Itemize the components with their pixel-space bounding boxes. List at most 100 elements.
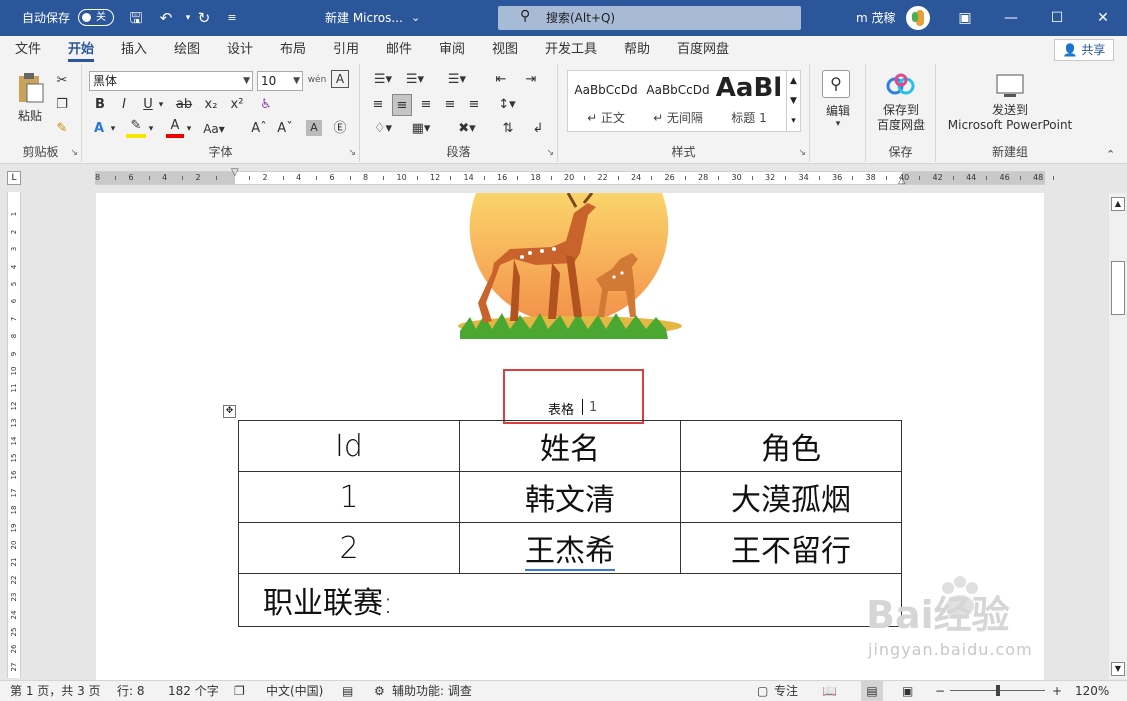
- distributed-icon[interactable]: ≡: [464, 94, 484, 116]
- document-table[interactable]: Id 姓名 角色 1 韩文清 大漠孤烟 2 王杰希 王不留行 职业联赛:: [238, 420, 902, 627]
- bold-button[interactable]: B: [92, 94, 108, 116]
- styles-launcher-icon[interactable]: ↘: [798, 148, 806, 158]
- accessibility-status[interactable]: 辅助功能: 调查: [392, 681, 472, 701]
- tab-home[interactable]: 开始: [68, 36, 95, 64]
- table-cell[interactable]: 角色: [680, 420, 902, 472]
- zoom-in-icon[interactable]: +: [1052, 681, 1062, 701]
- line-indicator[interactable]: 行: 8: [117, 681, 145, 701]
- format-painter-icon[interactable]: ✎: [52, 118, 72, 140]
- italic-button[interactable]: I: [116, 94, 132, 116]
- scroll-up-icon[interactable]: ▲: [1111, 197, 1125, 211]
- chevron-down-icon[interactable]: ▾: [108, 118, 118, 140]
- customize-qat-icon[interactable]: ≡: [222, 8, 242, 28]
- strikethrough-button[interactable]: ab: [174, 94, 194, 116]
- print-layout-icon[interactable]: ▤: [861, 681, 883, 701]
- bullets-icon[interactable]: ☰▾: [368, 69, 398, 91]
- styles-more-icon[interactable]: ▾: [786, 111, 800, 131]
- subscript-button[interactable]: x₂: [202, 94, 220, 116]
- tab-layout[interactable]: 布局: [280, 36, 306, 64]
- styles-up-icon[interactable]: ▲: [786, 71, 800, 91]
- right-indent-icon[interactable]: △: [898, 175, 906, 186]
- style-normal[interactable]: AaBbCcDd ↵ 正文: [570, 71, 642, 131]
- highlight-icon[interactable]: ✎: [126, 118, 146, 138]
- align-center-icon[interactable]: ≡: [392, 94, 412, 116]
- change-case-icon[interactable]: Aa▾: [200, 118, 228, 140]
- chevron-down-icon[interactable]: ▾: [156, 94, 166, 116]
- tab-draw[interactable]: 绘图: [174, 36, 200, 64]
- underline-button[interactable]: U: [140, 94, 156, 116]
- redo-icon[interactable]: ↻: [194, 8, 214, 28]
- chevron-down-icon[interactable]: ▾: [146, 118, 156, 140]
- zoom-out-icon[interactable]: −: [935, 681, 945, 701]
- user-name[interactable]: m 茂稼: [856, 0, 896, 36]
- align-left-icon[interactable]: ≡: [368, 94, 388, 116]
- grow-font-icon[interactable]: Aˆ: [250, 118, 268, 140]
- zoom-slider-knob[interactable]: [995, 685, 1000, 696]
- accessibility-icon[interactable]: ⚙: [374, 681, 385, 701]
- line-spacing-icon[interactable]: ↕▾: [492, 94, 522, 116]
- scroll-down-icon[interactable]: ▼: [1111, 662, 1125, 676]
- chevron-down-icon[interactable]: ▾: [184, 118, 194, 140]
- save-to-baidu-button[interactable]: 保存到 百度网盘: [870, 72, 932, 133]
- title-chevron-icon[interactable]: ⌄: [411, 0, 420, 36]
- table-cell-merged[interactable]: 职业联赛:: [238, 573, 902, 627]
- table-cell[interactable]: 韩文清: [459, 471, 681, 523]
- tab-baidu-netdisk[interactable]: 百度网盘: [677, 36, 729, 64]
- undo-icon[interactable]: ↶: [156, 8, 176, 28]
- word-count[interactable]: 182 个字: [168, 681, 219, 701]
- ribbon-display-icon[interactable]: ▣: [942, 0, 988, 36]
- paragraph-launcher-icon[interactable]: ↘: [546, 148, 554, 158]
- page-indicator[interactable]: 第 1 页，共 3 页: [10, 681, 101, 701]
- cut-icon[interactable]: ✂: [52, 70, 72, 92]
- shrink-font-icon[interactable]: Aˇ: [276, 118, 294, 140]
- autosave-toggle[interactable]: 关: [78, 9, 114, 26]
- tab-insert[interactable]: 插入: [121, 36, 147, 64]
- web-layout-icon[interactable]: ▣: [902, 681, 913, 701]
- table-cell[interactable]: 1: [238, 471, 460, 523]
- styles-down-icon[interactable]: ▼: [786, 91, 800, 111]
- clipboard-launcher-icon[interactable]: ↘: [70, 148, 78, 158]
- document-title[interactable]: 新建 Micros...: [325, 0, 403, 36]
- vertical-scrollbar[interactable]: ▲ ▼: [1109, 193, 1127, 679]
- copy-icon[interactable]: ❐: [52, 94, 72, 116]
- focus-icon[interactable]: ▢: [757, 681, 768, 701]
- font-size-select[interactable]: 10 ▼: [257, 71, 303, 91]
- table-cell[interactable]: 王不留行: [680, 522, 902, 574]
- send-to-powerpoint-button[interactable]: 发送到 Microsoft PowerPoint: [940, 72, 1080, 133]
- font-color-button[interactable]: A: [166, 118, 184, 138]
- borders-icon[interactable]: ▦▾: [406, 118, 436, 140]
- clear-format-icon[interactable]: ♿: [256, 94, 276, 116]
- caption-highlight[interactable]: 表格 1: [503, 369, 644, 424]
- vertical-ruler[interactable]: 1 2 3 4 5 6 7 8 9 10 11 12 13 14 15 16 17 18 19 20 21 22 23 24 2…: [7, 192, 21, 678]
- multilevel-list-icon[interactable]: ☰▾: [442, 69, 472, 91]
- table-cell[interactable]: Id: [238, 420, 460, 472]
- scroll-thumb[interactable]: [1111, 261, 1125, 315]
- tab-selector[interactable]: L: [7, 171, 21, 185]
- text-effects-button[interactable]: A: [90, 118, 108, 140]
- tab-help[interactable]: 帮助: [624, 36, 650, 64]
- font-launcher-icon[interactable]: ↘: [348, 148, 356, 158]
- phonetic-guide-icon[interactable]: wén: [307, 69, 327, 91]
- justify-icon[interactable]: ≡: [440, 94, 460, 116]
- style-no-spacing[interactable]: AaBbCcDd ↵ 无间隔: [642, 71, 714, 131]
- editing-button[interactable]: ⚲ 编辑 ▾: [822, 70, 854, 129]
- proofing-icon[interactable]: ❐: [234, 681, 245, 701]
- maximize-icon[interactable]: ☐: [1034, 0, 1080, 36]
- show-marks-icon[interactable]: ↲: [528, 118, 548, 140]
- numbering-icon[interactable]: ☰▾: [400, 69, 430, 91]
- align-right-icon[interactable]: ≡: [416, 94, 436, 116]
- share-button[interactable]: 👤 共享: [1054, 39, 1114, 61]
- avatar[interactable]: [906, 6, 930, 30]
- tab-design[interactable]: 设计: [227, 36, 253, 64]
- tab-file[interactable]: 文件: [15, 36, 41, 64]
- indent-marker-icon[interactable]: ▽: [231, 167, 239, 178]
- asian-layout-icon[interactable]: ✖▾: [452, 118, 482, 140]
- table-cell[interactable]: 大漠孤烟: [680, 471, 902, 523]
- sort-icon[interactable]: ⇅: [498, 118, 518, 140]
- tab-view[interactable]: 视图: [492, 36, 518, 64]
- tab-developer[interactable]: 开发工具: [545, 36, 597, 64]
- style-heading-1[interactable]: AaBl 标题 1: [714, 71, 784, 131]
- tab-references[interactable]: 引用: [333, 36, 359, 64]
- superscript-button[interactable]: x²: [228, 94, 246, 116]
- zoom-level[interactable]: 120%: [1075, 681, 1109, 701]
